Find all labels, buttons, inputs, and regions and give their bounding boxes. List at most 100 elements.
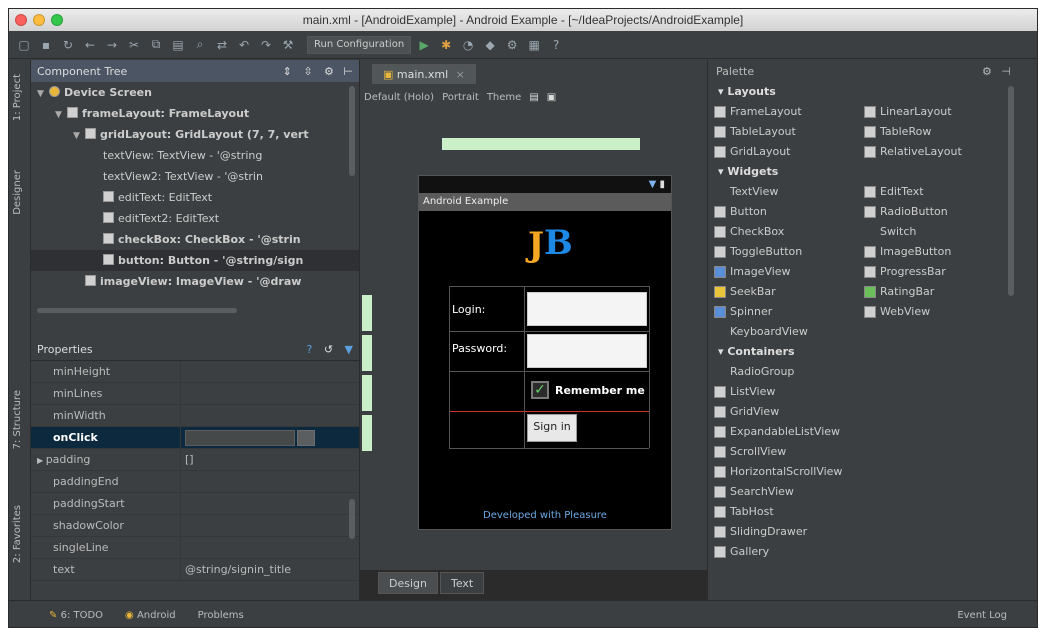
copy-icon[interactable]: ⧉ bbox=[147, 36, 165, 54]
tab-designer[interactable]: Designer bbox=[12, 170, 23, 215]
palette-item[interactable]: CheckBox bbox=[708, 222, 858, 242]
property-value[interactable] bbox=[181, 427, 359, 448]
hide-panel-icon[interactable]: ⊢ bbox=[343, 65, 353, 78]
property-row[interactable]: onClick bbox=[31, 427, 359, 449]
palette-item[interactable]: ToggleButton bbox=[708, 242, 858, 262]
undo-icon[interactable]: ↶ bbox=[235, 36, 253, 54]
property-value[interactable]: [] bbox=[181, 449, 359, 470]
help-icon[interactable]: ? bbox=[547, 36, 565, 54]
palette-item[interactable]: RadioButton bbox=[858, 202, 1008, 222]
property-value[interactable] bbox=[181, 537, 359, 558]
expand-arrow-icon[interactable]: ▼ bbox=[55, 105, 67, 124]
run-icon[interactable]: ▶ bbox=[415, 36, 433, 54]
filter-icon[interactable]: ▼ bbox=[345, 343, 353, 356]
profile-icon[interactable]: ◔ bbox=[459, 36, 477, 54]
restore-default-icon[interactable]: ↺ bbox=[324, 343, 333, 356]
browse-button[interactable] bbox=[297, 430, 315, 446]
palette-section-widgets[interactable]: ▾ Widgets bbox=[708, 162, 1019, 182]
property-row[interactable]: shadowColor bbox=[31, 515, 359, 537]
tree-node[interactable]: textView2: TextView - '@strin bbox=[31, 166, 359, 187]
tab-design[interactable]: Design bbox=[378, 572, 438, 594]
back-icon[interactable]: ← bbox=[81, 36, 99, 54]
palette-scrollbar[interactable] bbox=[1008, 86, 1014, 296]
palette-item[interactable]: SlidingDrawer bbox=[708, 522, 1008, 542]
make-icon[interactable]: ⚒ bbox=[279, 36, 297, 54]
palette-item[interactable]: Switch bbox=[858, 222, 1008, 242]
help-icon[interactable]: ? bbox=[306, 343, 312, 356]
palette-item[interactable]: Gallery bbox=[708, 542, 1008, 562]
tab-project[interactable]: 1: Project bbox=[12, 74, 23, 121]
property-row[interactable]: minWidth bbox=[31, 405, 359, 427]
palette-item[interactable]: ImageView bbox=[708, 262, 858, 282]
palette-item[interactable]: RelativeLayout bbox=[858, 142, 1008, 162]
sync-icon[interactable]: ↻ bbox=[59, 36, 77, 54]
forward-icon[interactable]: → bbox=[103, 36, 121, 54]
palette-item[interactable]: KeyboardView bbox=[708, 322, 858, 342]
palette-item[interactable]: EditText bbox=[858, 182, 1008, 202]
palette-item[interactable]: ScrollView bbox=[708, 442, 1008, 462]
palette-item[interactable]: FrameLayout bbox=[708, 102, 858, 122]
tree-node[interactable]: ▼ Device Screen bbox=[31, 82, 359, 103]
style-dropdown[interactable]: Theme bbox=[487, 92, 522, 103]
palette-section-layouts[interactable]: ▾ Layouts bbox=[708, 82, 1019, 102]
tab-favorites[interactable]: 2: Favorites bbox=[12, 505, 23, 563]
palette-item[interactable]: GridLayout bbox=[708, 142, 858, 162]
tree-settings-icon[interactable]: ⚙ bbox=[324, 65, 334, 78]
login-input[interactable] bbox=[527, 292, 647, 326]
collapse-all-icon[interactable]: ⇳ bbox=[303, 65, 312, 78]
hide-palette-icon[interactable]: ⊣ bbox=[1001, 65, 1011, 78]
tool-problems[interactable]: Problems bbox=[198, 610, 244, 621]
tree-scrollbar[interactable] bbox=[349, 86, 355, 176]
palette-item[interactable]: ListView bbox=[708, 382, 1008, 402]
settings-icon[interactable]: ⚙ bbox=[503, 36, 521, 54]
tab-text[interactable]: Text bbox=[439, 572, 485, 594]
config-icon[interactable]: ▤ bbox=[529, 92, 538, 103]
expand-arrow-icon[interactable]: ▼ bbox=[37, 84, 49, 103]
palette-item[interactable]: WebView bbox=[858, 302, 1008, 322]
tree-node[interactable]: textView: TextView - '@string bbox=[31, 145, 359, 166]
palette-item[interactable]: Spinner bbox=[708, 302, 858, 322]
expand-arrow-icon[interactable]: ▼ bbox=[73, 126, 85, 145]
palette-item[interactable]: HorizontalScrollView bbox=[708, 462, 1008, 482]
tool-todo[interactable]: ✎ 6: TODO bbox=[49, 610, 103, 621]
close-tab-icon[interactable]: × bbox=[456, 68, 465, 81]
save-icon[interactable]: ▪ bbox=[37, 36, 55, 54]
open-folder-icon[interactable]: ▢ bbox=[15, 36, 33, 54]
onclick-input[interactable] bbox=[185, 430, 295, 446]
palette-item[interactable]: TableRow bbox=[858, 122, 1008, 142]
palette-item[interactable]: ExpandableListView bbox=[708, 422, 1008, 442]
property-value[interactable] bbox=[181, 405, 359, 426]
property-value[interactable] bbox=[181, 471, 359, 492]
debug-icon[interactable]: ✱ bbox=[437, 36, 455, 54]
palette-item[interactable]: RadioGroup bbox=[708, 362, 1008, 382]
device-icon[interactable]: ▣ bbox=[547, 92, 556, 103]
property-row[interactable]: minHeight bbox=[31, 361, 359, 383]
property-row[interactable]: ▶ padding [] bbox=[31, 449, 359, 471]
replace-icon[interactable]: ⇄ bbox=[213, 36, 231, 54]
expand-all-icon[interactable]: ⇕ bbox=[283, 65, 292, 78]
palette-item[interactable]: TextView bbox=[708, 182, 858, 202]
theme-dropdown[interactable]: Default (Holo) bbox=[364, 92, 434, 103]
run-config-dropdown[interactable]: Run Configuration bbox=[307, 35, 412, 54]
design-canvas[interactable]: ▼ ▮ Android Example JB Login: Password: bbox=[360, 110, 708, 570]
tree-hscrollbar[interactable] bbox=[37, 308, 237, 313]
property-value[interactable] bbox=[181, 361, 359, 382]
palette-item[interactable]: RatingBar bbox=[858, 282, 1008, 302]
palette-item[interactable]: Button bbox=[708, 202, 858, 222]
property-row[interactable]: paddingStart bbox=[31, 493, 359, 515]
properties-scrollbar[interactable] bbox=[349, 499, 355, 539]
tree-node[interactable]: button: Button - '@string/sign bbox=[31, 250, 359, 271]
event-log[interactable]: Event Log bbox=[957, 610, 1007, 621]
palette-section-containers[interactable]: ▾ Containers bbox=[708, 342, 1019, 362]
property-row[interactable]: minLines bbox=[31, 383, 359, 405]
tree-node[interactable]: editText: EditText bbox=[31, 187, 359, 208]
tree-node[interactable]: editText2: EditText bbox=[31, 208, 359, 229]
structure-icon[interactable]: ▦ bbox=[525, 36, 543, 54]
property-row[interactable]: text @string/signin_title bbox=[31, 559, 359, 581]
palette-item[interactable]: ProgressBar bbox=[858, 262, 1008, 282]
paste-icon[interactable]: ▤ bbox=[169, 36, 187, 54]
palette-item[interactable]: SearchView bbox=[708, 482, 1008, 502]
tree-node[interactable]: ▼ gridLayout: GridLayout (7, 7, vert bbox=[31, 124, 359, 145]
find-icon[interactable]: ⌕ bbox=[191, 36, 209, 54]
cut-icon[interactable]: ✂ bbox=[125, 36, 143, 54]
